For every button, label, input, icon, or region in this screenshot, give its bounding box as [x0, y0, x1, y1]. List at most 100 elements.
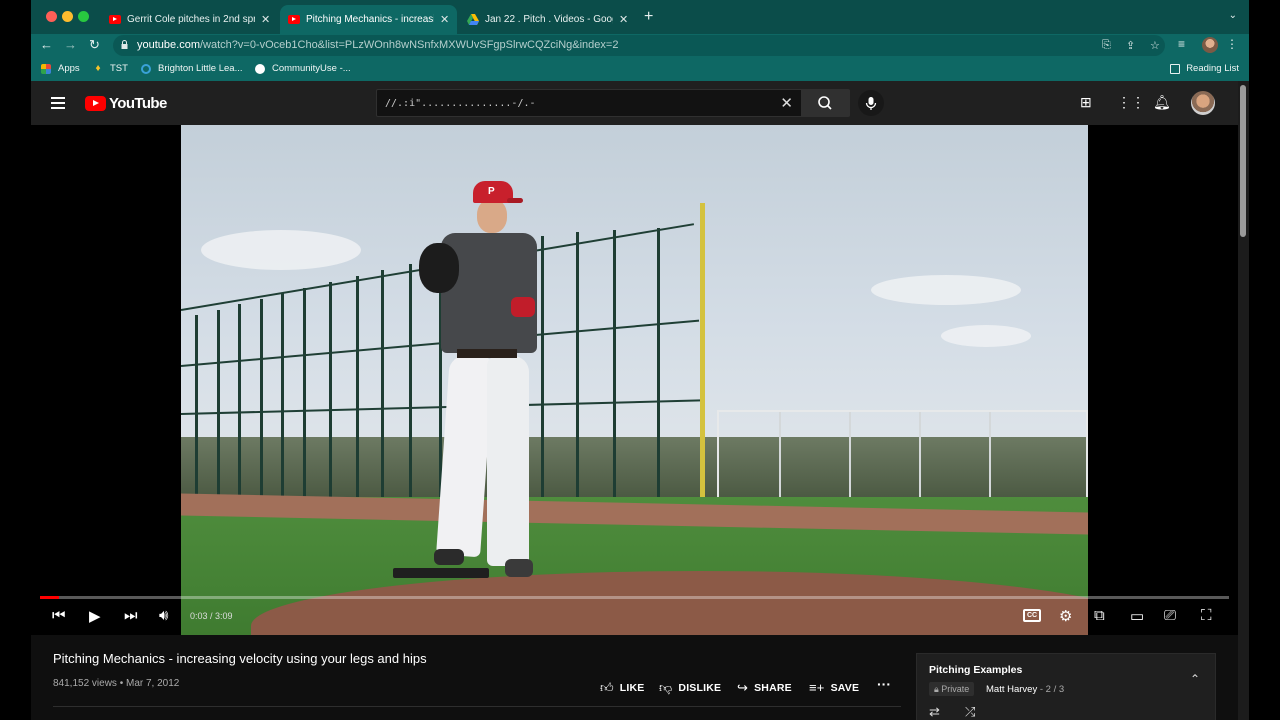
chrome-menu-icon[interactable]: ⋮ [1226, 37, 1238, 51]
bookmark-label: Brighton Little Lea... [158, 63, 243, 74]
batting-cage [717, 410, 1088, 510]
privacy-label: Private [941, 684, 970, 694]
share-page-icon[interactable]: ⇪ [1126, 39, 1135, 52]
install-app-icon[interactable]: ⎘ [1102, 39, 1111, 52]
close-tab-icon[interactable]: ✕ [261, 13, 270, 26]
play-icon[interactable]: ▶ [89, 607, 101, 625]
bookmark-label: Apps [58, 63, 80, 74]
share-button[interactable]: ↪ SHARE [737, 680, 792, 696]
account-avatar[interactable] [1191, 91, 1215, 115]
progress-bar[interactable] [40, 596, 1229, 599]
address-bar[interactable]: youtube.com/watch?v=0-vOceb1Cho&list=PLz… [113, 35, 1165, 56]
search-icon [818, 96, 832, 110]
bookmark-tst[interactable]: ♦ TST [93, 63, 128, 74]
tab-title: Pitching Mechanics - increasing [306, 14, 434, 25]
cast-icon[interactable]: ⎚ [1164, 607, 1176, 624]
bookmarks-bar: Apps ♦ TST Brighton Little Lea... Communi… [31, 57, 1249, 81]
playlist-panel: Pitching Examples 🔒︎ Private Matt Harvey… [916, 653, 1216, 720]
tab-search-chevron-icon[interactable]: ⌄ [1229, 10, 1237, 21]
trophy-icon: ♦ [95, 62, 101, 74]
youtube-masthead: YouTube ✕ ⊞ ⋮⋮ 🔔︎ [31, 81, 1238, 125]
add-to-playlist-icon: ≡+ [809, 680, 825, 695]
menu-icon[interactable] [51, 97, 65, 112]
chrome-profile-avatar[interactable] [1202, 37, 1218, 53]
media-controls-icon[interactable]: ≡ [1178, 37, 1185, 51]
bookmark-star-icon[interactable]: ☆ [1150, 39, 1160, 52]
youtube-logo[interactable]: YouTube [85, 95, 167, 112]
volume-icon[interactable]: 🔊︎ [159, 607, 168, 624]
tab-pitching-mechanics[interactable]: Pitching Mechanics - increasing ✕ [280, 5, 458, 34]
back-arrow-icon[interactable]: ← [40, 37, 53, 52]
search-input[interactable] [385, 95, 765, 111]
google-drive-icon [467, 14, 479, 25]
collapse-chevron-icon[interactable]: ⌃ [1190, 672, 1200, 686]
description-divider [53, 706, 901, 707]
save-button[interactable]: ≡+ SAVE [809, 680, 859, 695]
playlist-owner: Matt Harvey - 2 / 3 [986, 684, 1064, 695]
tab-title: Jan 22 . Pitch . Videos - Google [485, 14, 613, 25]
video-player[interactable]: P P ⏮︎ ▶ ⏭︎ 🔊︎ 0:03 / 3:09 CC ⚙ ⧉ ▭ ⎚ ⛶ [31, 125, 1238, 635]
reading-list-button[interactable]: Reading List [1170, 63, 1239, 74]
playlist-title[interactable]: Pitching Examples [929, 664, 1022, 676]
browser-window: Gerrit Cole pitches in 2nd spring ✕ Pitc… [31, 0, 1249, 720]
next-video-icon[interactable]: ⏭︎ [124, 607, 138, 624]
share-arrow-icon: ↪ [737, 680, 749, 695]
reading-list-icon [1170, 63, 1181, 74]
url-text: youtube.com/watch?v=0-vOceb1Cho&list=PLz… [137, 39, 618, 51]
tab-strip: Gerrit Cole pitches in 2nd spring ✕ Pitc… [31, 0, 1249, 34]
minimize-window-button[interactable] [62, 11, 73, 22]
close-tab-icon[interactable]: ✕ [440, 13, 449, 26]
like-button[interactable]: 👍︎ LIKE [600, 680, 645, 696]
url-host: youtube.com [137, 39, 200, 51]
bookmark-label: TST [110, 63, 128, 74]
more-actions-icon[interactable]: ··· [877, 676, 891, 692]
pitcher-figure: P [417, 181, 547, 591]
miniplayer-icon[interactable]: ⧉ [1094, 607, 1105, 624]
video-cloud [941, 325, 1031, 347]
voice-search-button[interactable] [858, 90, 884, 116]
create-video-icon[interactable]: ⊞ [1080, 94, 1092, 111]
previous-video-icon[interactable]: ⏮︎ [52, 607, 66, 624]
shuffle-icon[interactable]: ⤮ [965, 704, 975, 720]
theater-mode-icon[interactable]: ▭ [1130, 607, 1144, 625]
zoom-window-button[interactable] [78, 11, 89, 22]
time-display: 0:03 / 3:09 [190, 611, 233, 621]
loop-playlist-icon[interactable]: ⇄ [929, 704, 940, 720]
search-box: ✕ [376, 89, 802, 117]
video-frame[interactable]: P P [181, 125, 1088, 635]
new-tab-button[interactable]: + [644, 8, 653, 26]
scrollbar-thumb[interactable] [1240, 85, 1246, 237]
dislike-button[interactable]: 👎︎ DISLIKE [659, 680, 721, 696]
playlist-position: - 2 / 3 [1039, 684, 1065, 695]
bookmark-label: CommunityUse -... [272, 63, 351, 74]
youtube-play-icon [85, 96, 106, 111]
thumbs-up-icon: 👍︎ [600, 680, 614, 695]
settings-gear-icon[interactable]: ⚙ [1059, 607, 1072, 625]
close-window-button[interactable] [46, 11, 57, 22]
apps-icon[interactable]: ⋮⋮ [1117, 94, 1145, 111]
bookmark-brighton[interactable]: Brighton Little Lea... [141, 63, 243, 74]
bookmark-communityuse[interactable]: CommunityUse -... [255, 63, 351, 74]
youtube-icon [288, 15, 300, 24]
tab-gerrit-cole[interactable]: Gerrit Cole pitches in 2nd spring ✕ [101, 5, 278, 34]
foul-pole [700, 203, 705, 503]
fullscreen-icon[interactable]: ⛶ [1201, 607, 1212, 624]
youtube-icon [109, 15, 121, 24]
notifications-bell-icon[interactable]: 🔔︎ [1153, 94, 1171, 111]
owner-name[interactable]: Matt Harvey [986, 684, 1037, 695]
league-logo-icon [141, 63, 151, 74]
subtitles-cc-button[interactable]: CC [1023, 609, 1041, 622]
close-tab-icon[interactable]: ✕ [619, 13, 628, 26]
search-button[interactable] [802, 89, 850, 117]
reading-list-label: Reading List [1186, 63, 1239, 74]
progress-played [40, 596, 60, 599]
like-label: LIKE [619, 682, 645, 694]
forward-arrow-icon[interactable]: → [64, 37, 77, 52]
reload-icon[interactable]: ↻ [89, 37, 100, 53]
bookmark-apps[interactable]: Apps [41, 63, 80, 74]
tab-google-drive[interactable]: Jan 22 . Pitch . Videos - Google ✕ [459, 5, 636, 34]
clear-search-icon[interactable]: ✕ [780, 94, 793, 112]
tab-title: Gerrit Cole pitches in 2nd spring [127, 14, 255, 25]
page-scrollbar[interactable] [1238, 81, 1249, 720]
browser-toolbar: ← → ↻ youtube.com/watch?v=0-vOceb1Cho&li… [31, 34, 1249, 57]
